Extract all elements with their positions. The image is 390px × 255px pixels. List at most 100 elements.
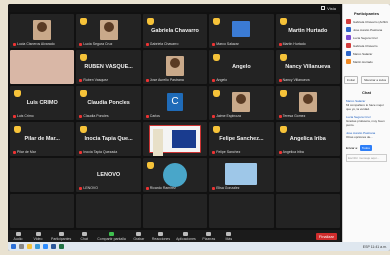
raised-hand-icon [213,54,221,61]
participant-caption: Jose Aurelio Pastrana [145,78,184,82]
participant-tile[interactable] [10,50,75,84]
participant-tile[interactable] [10,158,75,192]
participant-list-item[interactable]: Jose Aurelio Pastrana [346,27,388,32]
participants-list: Gabriela Chavarro (Anfitrión) Jose Aureli… [343,19,390,64]
video-button[interactable]: Video [31,231,45,241]
caption-text: Teresa Gomez [282,114,306,118]
raised-hand-icon [213,18,221,25]
participant-tile[interactable] [275,194,340,228]
participant-tile[interactable] [10,194,75,228]
chat-input[interactable]: Escribir mensaje aquí... [346,154,387,162]
participant-tile[interactable]: Angelica Iriba Angelica Iriba [275,122,340,156]
participant-tile[interactable]: Pilar de Mar... Pilar de Mar [10,122,75,156]
windows-start-icon[interactable] [11,244,16,249]
participant-list-item[interactable]: Marco Salazar [346,51,388,56]
more-button[interactable]: Más [222,231,236,241]
participant-list-item[interactable]: Gabriela Chavarro (Anfitrión) [346,19,388,24]
participant-tile[interactable]: Jose Aurelio Pastrana [142,50,208,84]
raised-hand-icon [14,90,21,97]
system-tray-clock: ESP 11:41 a.m. [362,244,387,249]
participant-tile[interactable] [142,122,208,156]
participant-tile[interactable] [275,158,340,192]
participant-tile[interactable]: C Carlos [142,86,208,120]
participant-caption: Claudia Poncles [79,114,109,118]
raised-hand-icon [80,54,88,61]
participant-tile[interactable]: Marco Salazar [209,14,274,48]
participant-tile[interactable]: Lucia Cisneros Alvarado [10,14,75,48]
caption-text: Jose Aurelio Pastrana [149,78,184,82]
caption-text: Gabriela Chavarro [149,42,179,46]
invite-button[interactable]: Invitar [343,76,358,84]
participant-caption: Ruben Vasquez [79,78,108,82]
participant-caption: Inocia Tapia Quezada [79,150,117,154]
apps-button[interactable]: Aplicaciones [176,231,196,241]
participant-tile[interactable]: RUBEN VASQUE... Ruben Vasquez [76,50,141,84]
muted-mic-icon [145,114,149,118]
participant-list-item[interactable]: Lucia Segura Cruz [346,35,388,40]
muted-mic-icon [212,78,216,82]
participant-name: Angelica Iriba [289,135,326,142]
chat-panel-title: Chat [362,90,371,95]
participant-tile[interactable]: Gabriela Chavarro Gabriela Chavarro [142,14,208,48]
participant-video [165,56,184,77]
participant-tile[interactable] [209,194,274,228]
windows-taskbar: ESP 11:41 a.m. [8,242,390,251]
excel-icon[interactable] [59,244,64,249]
reactions-button[interactable]: Reacciones [152,231,170,241]
view-button[interactable]: Vista [321,6,336,11]
participant-video [232,92,251,113]
whiteboard-button[interactable]: Pizarras [202,231,216,241]
participant-list-name: Marco Salazar [353,51,373,56]
participant-list-item[interactable]: Martin Hurtado [346,59,388,64]
muted-mic-icon [79,150,83,154]
participant-tile[interactable] [76,194,141,228]
participant-tile[interactable]: Felipe Sanchez... Felipe Sanchez [209,122,274,156]
mute-all-button[interactable]: Silenciar a todos [360,76,390,84]
side-panel: Participantes Gabriela Chavarro (Anfitri… [342,4,390,242]
people-icon [58,231,64,236]
send-to-label: Enviar a: [346,146,358,150]
muted-mic-icon [212,150,216,154]
meeting-top-bar: Vista [8,4,340,12]
participant-tile[interactable]: Angelo Angelo [209,50,274,84]
word-icon[interactable] [51,244,56,249]
recipient-dropdown[interactable]: Todos [359,145,372,151]
participant-tile[interactable] [142,194,208,228]
participant-tile[interactable]: Luis CRIMO Luis Crimo [10,86,75,120]
muted-mic-icon [278,78,282,82]
participant-tile[interactable]: Inocia Tapia Que... Inocia Tapia Quezada [76,122,141,156]
camera-icon [35,231,41,236]
mute-button[interactable]: Audio [11,231,25,241]
participant-name: Pilar de Mar... [24,135,60,142]
participant-tile[interactable]: Ricardo Ramirez [142,158,208,192]
participant-tile[interactable]: Claudia Poncles Claudia Poncles [76,86,141,120]
participants-button[interactable]: Participantes [51,231,71,241]
participant-caption: Elisa Gonzalez [212,186,240,190]
avatar [346,27,351,32]
search-icon[interactable] [19,244,24,249]
zoom-app-icon[interactable] [43,244,48,249]
participant-tile[interactable]: Jaime Espinoza [209,86,274,120]
participant-tile[interactable]: Elisa Gonzalez [209,158,274,192]
grid-view-icon [321,6,326,10]
avatar [346,35,351,40]
participant-list-item[interactable]: Gabriela Chavarro [346,43,388,48]
browser-icon[interactable] [35,244,40,249]
share-screen-button[interactable]: Compartir pantalla [97,231,126,241]
record-button[interactable]: Grabar [132,231,146,241]
participant-tile[interactable]: Lucia Segura Cruz [76,14,141,48]
participant-tile[interactable]: Nancy Villanueva Nancy Villanueva [275,50,340,84]
caption-text: Lucia Cisneros Alvarado [17,42,55,46]
chat-button[interactable]: Chat [77,231,91,241]
participant-tile[interactable]: LENOVO LENOVO [76,158,141,192]
avatar [346,51,351,56]
file-explorer-icon[interactable] [27,244,32,249]
participant-tile[interactable]: Martin Hurtado Martin Hurtado [275,14,340,48]
microphone-icon [15,231,21,236]
participant-video [10,50,75,84]
end-meeting-button[interactable]: Finalizar [315,232,337,240]
participant-name: Nancy Villanueva [285,63,331,70]
muted-mic-icon [79,42,83,46]
participant-tile[interactable]: Teresa Gomez [275,86,340,120]
raised-hand-icon [279,126,287,133]
